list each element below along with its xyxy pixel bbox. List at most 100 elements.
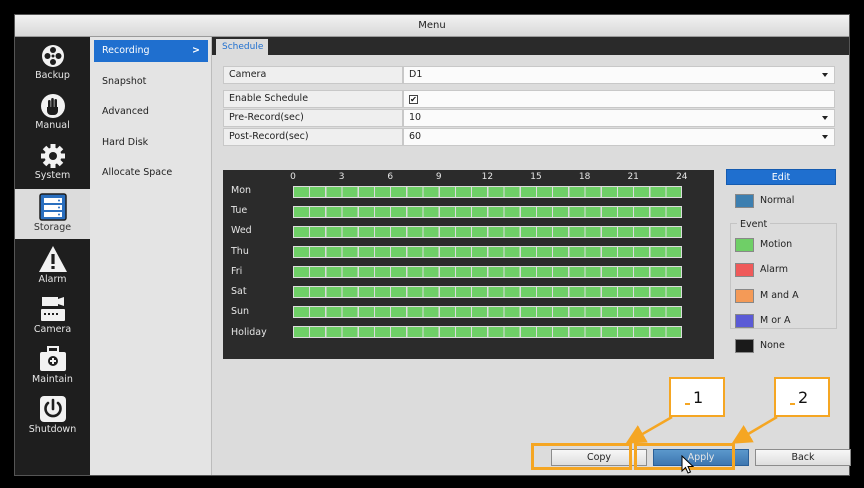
day-schedule-bar-mon[interactable]: [293, 186, 682, 198]
back-button[interactable]: Back: [755, 449, 851, 466]
day-schedule-bar-wed[interactable]: [293, 226, 682, 238]
submenu-item-allocate-space[interactable]: Allocate Space: [94, 162, 208, 184]
day-schedule-bar-holiday[interactable]: [293, 326, 682, 338]
day-schedule-bar-tue[interactable]: [293, 206, 682, 218]
hour-tick: 21: [627, 172, 639, 182]
submenu-label: Hard Disk: [102, 137, 149, 148]
legend-label: Normal: [760, 195, 795, 206]
legend-label: None: [760, 340, 785, 351]
post-record-select[interactable]: 60: [403, 128, 835, 146]
day-label: Holiday: [231, 327, 267, 338]
hour-tick: 9: [435, 172, 442, 182]
legend-normal[interactable]: Normal: [735, 194, 845, 210]
nav-item-maintain[interactable]: Maintain: [15, 341, 90, 389]
edit-button[interactable]: Edit: [726, 169, 836, 185]
hour-tick: 12: [481, 172, 494, 182]
nav-item-shutdown[interactable]: Shutdown: [15, 391, 90, 439]
content-panel: Schedule Camera D1 Enable Schedule ✔ Pre…: [212, 37, 851, 475]
pre-record-label: Pre-Record(sec): [223, 109, 403, 127]
color-swatch: [735, 289, 754, 303]
enable-schedule-row: Enable Schedule ✔: [223, 90, 835, 108]
film-reel-icon: [41, 45, 64, 67]
camera-value: D1: [409, 69, 423, 80]
color-swatch: [735, 339, 754, 353]
camera-select[interactable]: D1: [403, 66, 835, 84]
copy-highlight: [531, 443, 632, 470]
submenu-label: Advanced: [102, 106, 149, 117]
sub-menu: Recording > Snapshot Advanced Hard Disk …: [90, 37, 212, 475]
hour-tick: 6: [387, 172, 394, 182]
color-swatch: [735, 238, 754, 252]
storage-icon: [38, 193, 67, 221]
legend-motion[interactable]: Motion: [735, 238, 845, 254]
schedule-grid[interactable]: 0 3 6 9 12 15 18 21 24 Mon Tue Wed Thu F…: [223, 170, 714, 359]
nav-item-backup[interactable]: Backup: [15, 39, 90, 87]
hour-tick: 3: [338, 172, 345, 182]
day-label: Thu: [231, 246, 249, 257]
submenu-item-advanced[interactable]: Advanced: [94, 101, 208, 123]
legend-alarm[interactable]: Alarm: [735, 263, 845, 279]
day-label: Sun: [231, 306, 250, 317]
camera-label: Camera: [223, 66, 403, 84]
enable-schedule-cell: ✔: [403, 90, 835, 108]
day-schedule-bar-fri[interactable]: [293, 266, 682, 278]
legend-label: Alarm: [760, 264, 788, 275]
nav-label: Camera: [33, 324, 72, 335]
pre-record-select[interactable]: 10: [403, 109, 835, 127]
nav-label: Maintain: [32, 374, 73, 385]
nav-label: Shutdown: [28, 424, 77, 435]
callout-number: 2: [798, 388, 809, 407]
hour-tick: 15: [530, 172, 542, 182]
nav-item-storage[interactable]: Storage: [15, 189, 90, 239]
main-nav: Backup Manual System Storage Alarm Camer…: [15, 37, 90, 475]
legend-label: M or A: [760, 315, 791, 326]
callout-dot: [685, 403, 690, 405]
screen: Menu Backup Manual System Storage Alarm …: [0, 0, 864, 488]
gear-icon: [40, 144, 65, 168]
nav-item-alarm[interactable]: Alarm: [15, 241, 90, 289]
nav-item-camera[interactable]: Camera: [15, 291, 90, 339]
submenu-item-recording[interactable]: Recording >: [94, 40, 208, 62]
nav-label: Alarm: [38, 274, 67, 285]
day-schedule-bar-sat[interactable]: [293, 286, 682, 298]
power-icon: [39, 396, 66, 422]
color-swatch: [735, 263, 754, 277]
callout-dot: [790, 403, 795, 405]
color-swatch: [735, 314, 754, 328]
day-label: Fri: [231, 266, 243, 277]
chevron-down-icon: [822, 73, 828, 77]
nav-label: Manual: [35, 120, 70, 131]
legend-m-or-a[interactable]: M or A: [735, 314, 845, 330]
mouse-cursor-icon: [681, 455, 695, 474]
nav-label: Storage: [33, 222, 72, 233]
hour-tick: 24: [676, 172, 688, 182]
hand-icon: [40, 94, 65, 118]
submenu-label: Allocate Space: [102, 167, 173, 178]
camera-icon: [40, 297, 65, 321]
day-schedule-bar-thu[interactable]: [293, 246, 682, 258]
enable-schedule-label: Enable Schedule: [223, 90, 403, 108]
tab-schedule[interactable]: Schedule: [216, 39, 268, 55]
submenu-label: Snapshot: [102, 76, 147, 87]
day-label: Tue: [231, 205, 248, 216]
legend-none[interactable]: None: [735, 339, 845, 355]
pre-record-row: Pre-Record(sec) 10: [223, 109, 835, 127]
event-group-title: Event: [737, 219, 771, 230]
nav-label: System: [34, 170, 71, 181]
legend-m-and-a[interactable]: M and A: [735, 289, 845, 305]
post-record-label: Post-Record(sec): [223, 128, 403, 146]
pre-record-value: 10: [409, 112, 422, 123]
tab-bar: Schedule: [212, 37, 849, 55]
chevron-down-icon: [822, 135, 828, 139]
nav-label: Backup: [35, 70, 70, 81]
day-schedule-bar-sun[interactable]: [293, 306, 682, 318]
nav-item-system[interactable]: System: [15, 139, 90, 187]
warning-icon: [38, 246, 67, 272]
submenu-item-snapshot[interactable]: Snapshot: [94, 71, 208, 93]
day-label: Wed: [231, 225, 252, 236]
submenu-label: Recording: [102, 45, 150, 56]
day-label: Mon: [231, 185, 252, 196]
enable-schedule-checkbox[interactable]: ✔: [409, 95, 418, 104]
submenu-item-hard-disk[interactable]: Hard Disk: [94, 132, 208, 154]
nav-item-manual[interactable]: Manual: [15, 89, 90, 137]
